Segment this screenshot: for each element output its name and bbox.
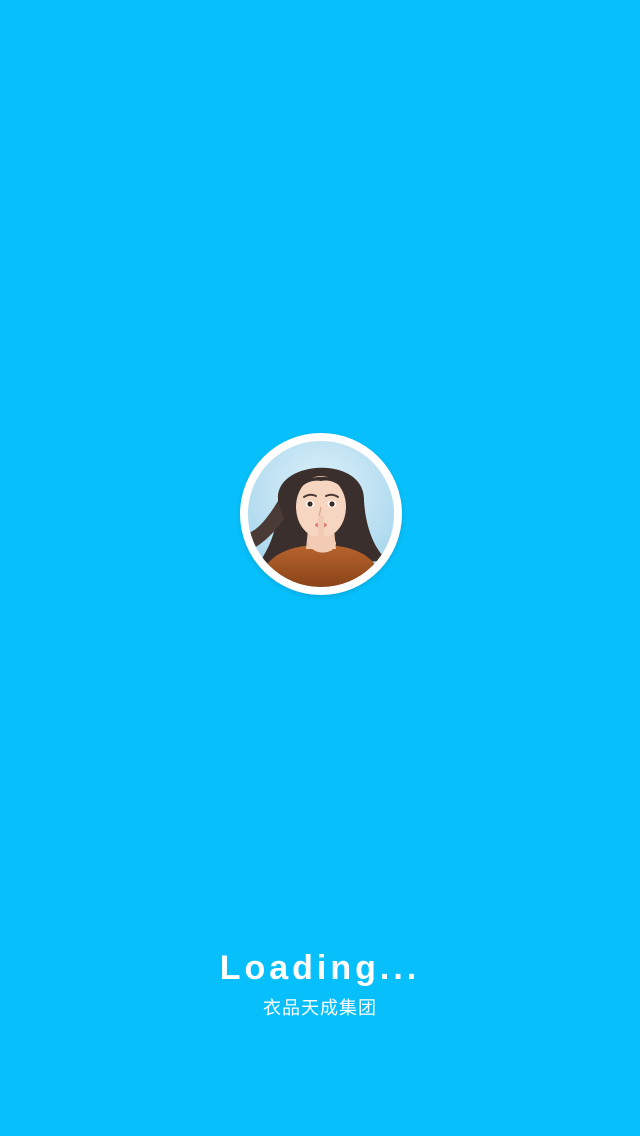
avatar-frame xyxy=(240,433,402,595)
company-name: 衣品天成集团 xyxy=(263,998,377,1019)
avatar xyxy=(248,441,394,587)
loading-label: Loading... xyxy=(219,949,421,987)
splash-screen: Loading... 衣品天成集团 xyxy=(0,0,640,1136)
avatar-portrait-icon xyxy=(248,441,394,587)
